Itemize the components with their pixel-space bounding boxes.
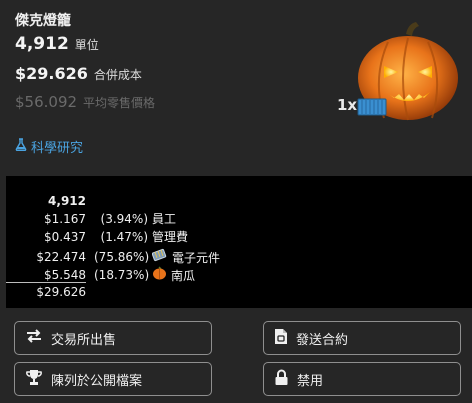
pumpkin-icon <box>152 266 167 285</box>
breakdown-percent: (75.86%) <box>94 250 150 264</box>
flask-icon <box>15 138 27 155</box>
breakdown-name: 南瓜 <box>171 268 196 283</box>
science-research-link[interactable]: 科學研究 <box>15 137 83 156</box>
retail-price-label: 平均零售價格 <box>83 96 156 110</box>
retail-price-row: $56.092 平均零售價格 <box>15 93 155 111</box>
breakdown-total-value: $29.626 <box>36 285 86 299</box>
breakdown-name: 電子元件 <box>172 250 221 265</box>
breakdown-amount: $0.437 <box>44 230 86 244</box>
breakdown-total: $29.626 <box>6 282 86 301</box>
disable-button[interactable]: 禁用 <box>263 362 461 396</box>
product-title: 傑克燈籠 <box>15 13 71 29</box>
units-label: 單位 <box>74 38 99 52</box>
breakdown-row: $0.437 (1.47%) 管理費 <box>6 228 306 246</box>
combined-cost-row: $29.626 合併成本 <box>15 64 142 83</box>
breakdown-amount: $22.474 <box>36 250 86 264</box>
sell-on-exchange-label: 交易所出售 <box>51 332 117 348</box>
retail-price-value: $56.092 <box>15 93 78 111</box>
breakdown-amount: $1.167 <box>44 212 86 226</box>
quantity-badge: 1x <box>337 96 358 114</box>
combined-cost-label: 合併成本 <box>93 68 142 82</box>
display-in-public-profile-label: 陳列於公開檔案 <box>51 373 143 389</box>
breakdown-name: 管理費 <box>152 230 189 244</box>
breakdown-percent: (3.94%) <box>100 212 148 226</box>
science-research-label: 科學研究 <box>31 141 84 156</box>
disable-label: 禁用 <box>297 373 324 389</box>
exchange-arrows-icon <box>25 328 43 348</box>
breakdown-percent: (1.47%) <box>100 230 148 244</box>
display-in-public-profile-button[interactable]: 陳列於公開檔案 <box>14 362 212 396</box>
units-row: 4,912 單位 <box>15 34 99 54</box>
electronic-components-icon <box>151 248 168 267</box>
trophy-icon <box>25 369 43 390</box>
units-value: 4,912 <box>15 34 69 54</box>
send-contract-button[interactable]: 發送合約 <box>263 321 461 355</box>
sell-on-exchange-button[interactable]: 交易所出售 <box>14 321 212 355</box>
lock-icon <box>274 369 289 390</box>
combined-cost-value: $29.626 <box>15 64 88 83</box>
breakdown-row: $22.474 (75.86%) 電子元件 <box>6 248 306 266</box>
contract-document-icon <box>274 328 288 349</box>
breakdown-row: $1.167 (3.94%) 員工 <box>6 210 306 228</box>
breakdown-total-units: 4,912 <box>6 192 86 210</box>
shipping-container-icon <box>357 98 387 120</box>
breakdown-total-units-value: 4,912 <box>48 194 86 208</box>
cost-breakdown-panel: 4,912 $1.167 (3.94%) 員工 $0.437 (1.47%) 管… <box>6 176 472 308</box>
breakdown-name: 員工 <box>152 212 177 226</box>
send-contract-label: 發送合約 <box>296 332 349 348</box>
breakdown-percent: (18.73%) <box>94 268 150 282</box>
